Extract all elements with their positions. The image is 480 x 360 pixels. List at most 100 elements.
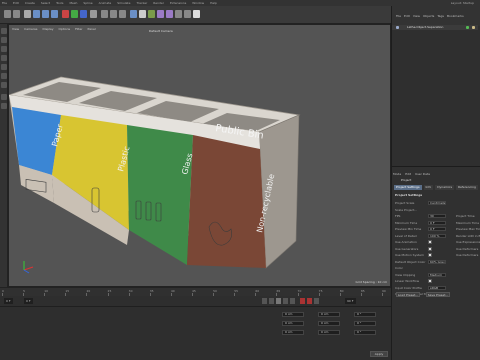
coordinate-pos-field[interactable]: 0 cm [282,312,304,317]
go-to-end-icon[interactable] [290,298,295,304]
undo-icon[interactable] [4,10,11,18]
workplane-icon[interactable] [1,103,7,109]
record-icon[interactable] [300,298,305,304]
pen-icon[interactable] [139,10,146,18]
property-checkbox[interactable] [428,240,432,244]
move-icon[interactable] [33,10,40,18]
coordinate-size-field[interactable]: 0 cm [318,321,340,326]
property-checkbox[interactable] [428,279,432,283]
snap-icon[interactable] [1,94,7,100]
object-name[interactable]: Lathe.Object.Separation [407,25,443,29]
tab-dynamics[interactable]: Dynamics [435,185,455,190]
menu-simulate[interactable]: Simulate [117,1,130,5]
go-to-start-icon[interactable] [262,298,267,304]
object-menu-objects[interactable]: Objects [423,14,434,18]
layout-selector[interactable]: Layout: Startup [451,1,474,5]
load-preset-button[interactable]: Load Preset... [396,292,420,297]
menu-file[interactable]: File [2,1,7,5]
object-menu-bookmarks[interactable]: Bookmarks [447,14,464,18]
attribute-menu-item[interactable]: Mode [393,172,401,176]
autokey-icon[interactable] [307,298,312,304]
coordinate-size-field[interactable]: 0 cm [318,312,340,317]
z-axis-icon[interactable] [80,10,87,18]
visibility-icon[interactable] [466,26,469,29]
light-icon[interactable] [193,10,200,18]
property-label: Render LOD in Editor [456,233,480,238]
property-field[interactable]: 30 [428,214,446,218]
property-field[interactable]: 0 F [428,227,446,231]
next-frame-icon[interactable] [283,298,288,304]
menu-edit[interactable]: Edit [13,1,19,5]
coordinate-rot-field[interactable]: 0 ° [354,330,376,335]
floor-icon[interactable] [175,10,182,18]
layer-icon[interactable] [396,26,399,29]
points-mode-icon[interactable] [1,64,7,70]
menu-mesh[interactable]: Mesh [69,1,77,5]
menu-select[interactable]: Select [41,1,50,5]
object-menu-tags[interactable]: Tags [437,14,444,18]
live-selection-icon[interactable] [24,10,31,18]
menu-window[interactable]: Window [192,1,204,5]
redo-icon[interactable] [13,10,20,18]
cube-icon[interactable] [130,10,137,18]
subdivision-icon[interactable] [148,10,155,18]
tab-referencing[interactable]: Referencing [456,185,478,190]
property-label: Scale Project... [395,207,418,212]
menu-help[interactable]: Help [210,1,217,5]
property-checkbox[interactable] [428,253,432,257]
scale-icon[interactable] [42,10,49,18]
frame-current-field[interactable]: 0 F [24,298,33,304]
property-field[interactable]: Centimeters [428,201,446,205]
tab-project-settings[interactable]: Project Settings [394,185,422,190]
coordinate-rot-field[interactable]: 0 ° [354,312,376,317]
frame-end-field[interactable]: 90 F [345,298,356,304]
material-tag-icon[interactable] [472,26,475,29]
object-menu-file[interactable]: File [396,14,401,18]
coordinate-rot-field[interactable]: 0 ° [354,321,376,326]
render-view-icon[interactable] [101,10,108,18]
property-field[interactable]: sRGB [428,285,446,290]
object-menu-view[interactable]: View [413,14,420,18]
axis-mode-icon[interactable] [1,55,7,61]
menu-tools[interactable]: Tools [56,1,63,5]
rotate-icon[interactable] [51,10,58,18]
property-field[interactable]: Medium [428,272,446,277]
render-picture-icon[interactable] [110,10,117,18]
save-preset-button[interactable]: Save Preset... [426,292,450,297]
x-axis-icon[interactable] [62,10,69,18]
attribute-menu-item[interactable]: User Data [415,172,430,176]
play-icon[interactable] [276,298,281,304]
y-axis-icon[interactable] [71,10,78,18]
coordinate-system-icon[interactable] [90,10,97,18]
keyframe-icon[interactable] [314,298,319,304]
menu-create[interactable]: Create [25,1,35,5]
property-field[interactable]: 0 F [428,220,446,225]
frame-start-field[interactable]: 0 F [4,298,13,304]
property-field[interactable]: 60% Gray [428,259,446,264]
polygons-mode-icon[interactable] [1,82,7,88]
menu-spline[interactable]: Spline [83,1,92,5]
previous-frame-icon[interactable] [269,298,274,304]
property-checkbox[interactable] [428,246,432,251]
texture-mode-icon[interactable] [1,46,7,52]
apply-button[interactable]: Apply [370,351,388,357]
coordinate-size-field[interactable]: 0 cm [318,330,340,335]
model-mode-icon[interactable] [1,37,7,43]
tab-info[interactable]: Info [423,185,434,190]
array-icon[interactable] [157,10,164,18]
3d-viewport[interactable]: View Cameras Display Options Filter Panel Def… [8,24,391,287]
object-menu-edit[interactable]: Edit [404,14,410,18]
render-settings-icon[interactable] [119,10,126,18]
menu-animate[interactable]: Animate [99,1,112,5]
camera-icon[interactable] [184,10,191,18]
coordinate-pos-field[interactable]: 0 cm [282,321,304,326]
bend-icon[interactable] [166,10,173,18]
make-editable-icon[interactable] [1,28,7,34]
coordinate-pos-field[interactable]: 0 cm [282,330,304,335]
menu-tracker[interactable]: Tracker [136,1,147,5]
property-field[interactable]: 100 % [428,233,446,238]
attribute-menu-item[interactable]: Edit [405,172,411,176]
edges-mode-icon[interactable] [1,73,7,79]
menu-render[interactable]: Render [153,1,164,5]
menu-extensions[interactable]: Extensions [170,1,186,5]
